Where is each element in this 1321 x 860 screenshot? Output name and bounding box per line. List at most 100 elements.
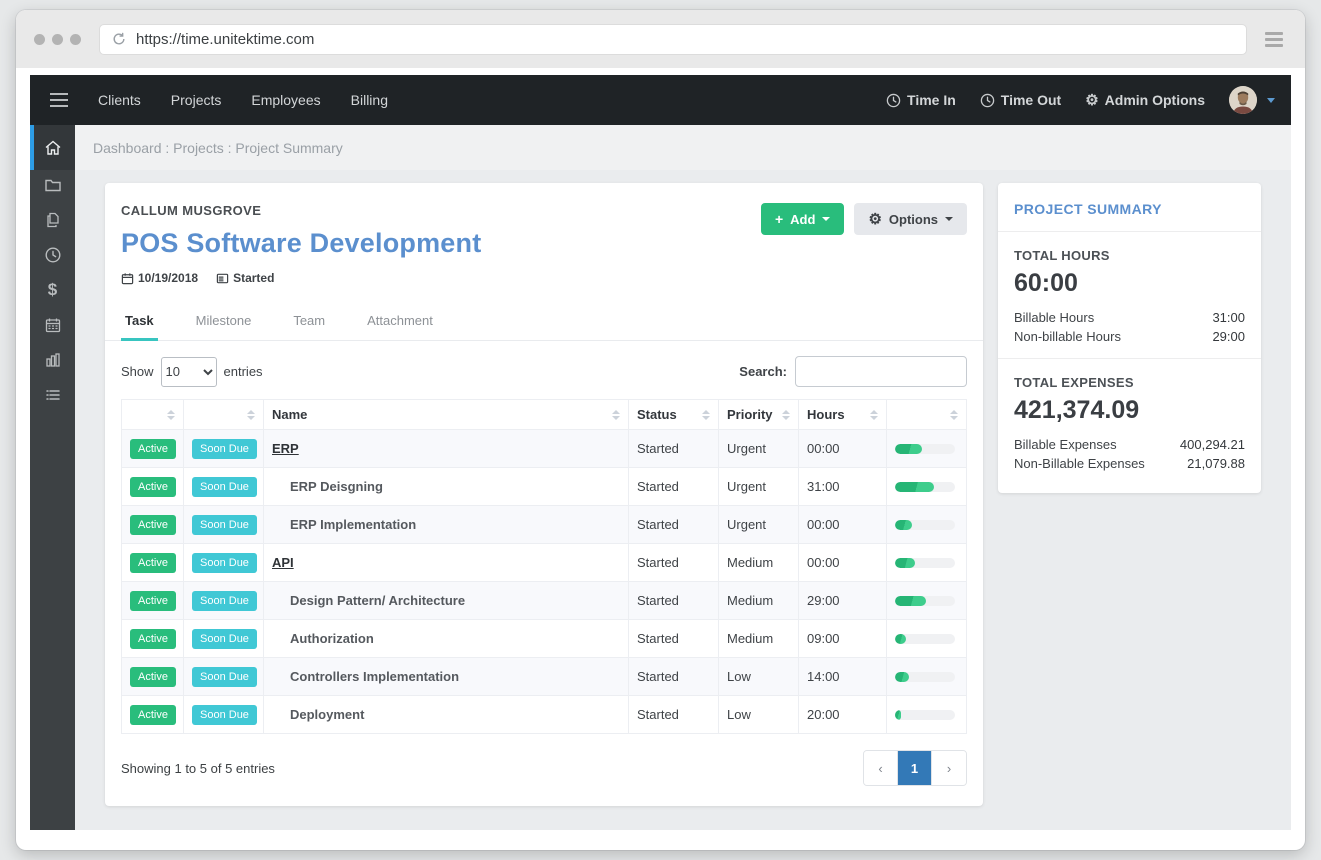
total-expenses-value: 421,374.09	[1014, 396, 1245, 425]
column-header-label: Priority	[727, 407, 773, 422]
browser-window: https://time.unitektime.com Clients Proj…	[16, 10, 1305, 850]
column-header[interactable]: Status	[629, 400, 719, 430]
next-page-button[interactable]: ›	[932, 751, 966, 785]
page-size-select[interactable]: 10	[161, 357, 217, 387]
total-hours-label: TOTAL HOURS	[1014, 248, 1245, 263]
nav-item-billing[interactable]: Billing	[351, 92, 388, 108]
time-out-button[interactable]: Time Out	[980, 92, 1061, 108]
status-badge: Active	[130, 629, 176, 649]
clock-icon	[886, 93, 901, 108]
column-header[interactable]	[184, 400, 264, 430]
task-name: Controllers Implementation	[272, 669, 459, 684]
tab-team[interactable]: Team	[289, 301, 329, 340]
column-header[interactable]: Hours	[799, 400, 887, 430]
sidebar-item-calendar[interactable]	[30, 305, 75, 345]
task-row: Active Soon Due Controllers Implementati…	[122, 658, 967, 696]
task-table: Name Status Priority Hours Active Soon	[121, 399, 967, 734]
window-dot	[52, 34, 63, 45]
project-card: CALLUM MUSGROVE POS Software Development…	[105, 183, 983, 806]
task-hours: 20:00	[799, 696, 887, 734]
sidebar-item-reports[interactable]	[30, 340, 75, 380]
due-badge: Soon Due	[192, 667, 257, 687]
task-row: Active Soon Due API Started Medium 00:00	[122, 544, 967, 582]
task-status: Started	[629, 582, 719, 620]
non-billable-expenses-value: 21,079.88	[1187, 456, 1245, 471]
status-card-icon	[216, 272, 229, 285]
content-area: CALLUM MUSGROVE POS Software Development…	[75, 170, 1291, 830]
progress-fill	[895, 634, 906, 644]
sidebar-item-expenses[interactable]: $	[30, 270, 75, 310]
options-button[interactable]: ⚙ Options	[854, 203, 967, 235]
sort-icon	[167, 410, 175, 420]
column-header[interactable]	[887, 400, 967, 430]
bar-chart-icon	[44, 351, 62, 369]
column-header-label: Status	[637, 407, 677, 422]
due-badge: Soon Due	[192, 553, 257, 573]
tab-milestone[interactable]: Milestone	[192, 301, 256, 340]
nav-item-projects[interactable]: Projects	[171, 92, 222, 108]
task-name[interactable]: ERP	[272, 441, 299, 456]
task-hours: 09:00	[799, 620, 887, 658]
search-input[interactable]	[795, 356, 967, 387]
task-hours: 00:00	[799, 506, 887, 544]
nav-item-clients[interactable]: Clients	[98, 92, 141, 108]
tab-attachment[interactable]: Attachment	[363, 301, 437, 340]
add-button[interactable]: + Add	[761, 203, 844, 235]
browser-chrome: https://time.unitektime.com	[16, 10, 1305, 68]
progress-fill	[895, 672, 909, 682]
progress-bar	[895, 444, 955, 454]
task-row: Active Soon Due ERP Deisgning Started Ur…	[122, 468, 967, 506]
sort-icon	[870, 410, 878, 420]
admin-options-menu[interactable]: ⚙ Admin Options	[1085, 92, 1205, 108]
task-priority: Urgent	[719, 430, 799, 468]
sort-icon	[782, 410, 790, 420]
sidebar-item-documents[interactable]	[30, 200, 75, 240]
reload-icon[interactable]	[112, 32, 126, 46]
status-badge: Active	[130, 667, 176, 687]
nav-item-employees[interactable]: Employees	[251, 92, 320, 108]
task-row: Active Soon Due Authorization Started Me…	[122, 620, 967, 658]
billable-expenses-value: 400,294.21	[1180, 437, 1245, 452]
chevron-down-icon[interactable]	[1267, 98, 1275, 103]
task-row: Active Soon Due ERP Started Urgent 00:00	[122, 430, 967, 468]
avatar[interactable]	[1229, 86, 1257, 114]
status-badge: Active	[130, 477, 176, 497]
clock-icon	[980, 93, 995, 108]
time-in-button[interactable]: Time In	[886, 92, 956, 108]
task-priority: Urgent	[719, 506, 799, 544]
task-status: Started	[629, 468, 719, 506]
pagination: ‹ 1 ›	[863, 750, 967, 786]
task-priority: Urgent	[719, 468, 799, 506]
sidebar-item-projects[interactable]	[30, 165, 75, 205]
breadcrumb[interactable]: Dashboard : Projects : Project Summary	[93, 140, 343, 156]
column-header[interactable]: Priority	[719, 400, 799, 430]
browser-menu-icon[interactable]	[1261, 28, 1287, 51]
sidebar-item-home[interactable]	[30, 125, 75, 170]
column-header[interactable]: Name	[264, 400, 629, 430]
page-1-button[interactable]: 1	[898, 751, 932, 785]
prev-page-button[interactable]: ‹	[864, 751, 898, 785]
task-priority: Medium	[719, 582, 799, 620]
progress-bar	[895, 596, 955, 606]
url-bar[interactable]: https://time.unitektime.com	[99, 24, 1247, 55]
show-label: Show	[121, 364, 154, 379]
column-header[interactable]	[122, 400, 184, 430]
sidebar-item-tasks[interactable]	[30, 375, 75, 415]
task-status: Started	[629, 544, 719, 582]
sort-icon	[612, 410, 620, 420]
task-priority: Medium	[719, 620, 799, 658]
gear-icon: ⚙	[868, 212, 881, 227]
progress-fill	[895, 482, 934, 492]
documents-icon	[44, 211, 62, 229]
user-menu[interactable]	[1229, 86, 1275, 114]
billable-expenses-label: Billable Expenses	[1014, 437, 1117, 452]
progress-bar	[895, 710, 955, 720]
gear-icon: ⚙	[1085, 93, 1098, 108]
task-name[interactable]: API	[272, 555, 294, 570]
top-navbar: Clients Projects Employees Billing Time …	[30, 75, 1291, 125]
tab-task[interactable]: Task	[121, 301, 158, 340]
status-badge: Active	[130, 439, 176, 459]
menu-toggle-icon[interactable]	[46, 89, 72, 111]
sort-icon	[702, 410, 710, 420]
sidebar-item-time[interactable]	[30, 235, 75, 275]
